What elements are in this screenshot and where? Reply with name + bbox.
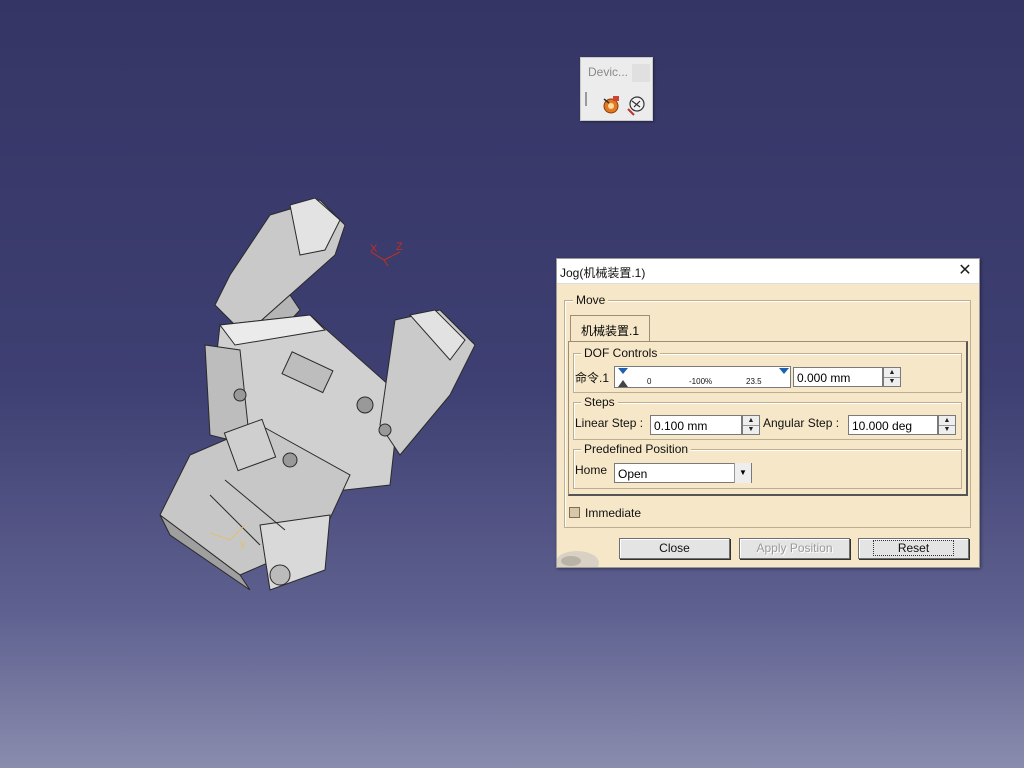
jog-mechanism-icon[interactable] [600,94,622,116]
dof-value: 0.000 mm [797,371,851,385]
reset-button-label: Reset [872,540,955,556]
device-settings-icon[interactable] [625,94,647,116]
predefined-position-legend: Predefined Position [581,442,692,456]
dof-value-stepper[interactable]: ▲ ▼ [883,367,901,387]
slider-tick-min: 0 [647,377,652,386]
dof-slider[interactable]: 0 -100% 23.5 [614,366,791,388]
dof-value-field[interactable]: 0.000 mm [793,367,883,387]
stepper-down-icon[interactable]: ▼ [743,425,759,434]
axis-label-z: Z [396,241,403,253]
toolbar-drag-handle[interactable] [585,92,587,106]
axis-label-y: y [240,538,246,550]
close-button-label: Close [659,541,690,555]
angular-step-value: 10.000 deg [852,419,913,433]
position-select-value: Open [618,467,648,481]
home-label: Home [575,463,608,477]
immediate-label: Immediate [585,506,642,520]
apply-position-button[interactable]: Apply Position [739,538,850,559]
slider-tick-max: 23.5 [746,377,762,386]
linear-step-label: Linear Step : [575,416,644,430]
stepper-down-icon[interactable]: ▼ [884,377,900,386]
stepper-down-icon[interactable]: ▼ [939,425,955,434]
toolbar-title: Devic... [588,65,629,79]
dof-controls-legend: DOF Controls [581,346,661,360]
tab-mechanism-label: 机械装置.1 [581,324,640,338]
corner-logo-icon [555,537,601,575]
apply-position-button-label: Apply Position [756,541,833,555]
angular-step-stepper[interactable]: ▲ ▼ [938,415,956,435]
angular-step-field[interactable]: 10.000 deg [848,415,938,435]
slider-min-marker-icon[interactable] [617,367,629,388]
reset-button[interactable]: Reset [858,538,969,559]
move-group-legend: Move [573,293,609,307]
close-icon[interactable]: ✕ [955,261,975,281]
tab-mechanism[interactable]: 机械装置.1 [570,315,650,342]
chevron-down-icon[interactable]: ▼ [734,463,751,483]
angular-step-label: Angular Step : [763,416,840,430]
dialog-title: Jog(机械装置.1) [560,266,646,280]
command-label: 命令.1 [575,371,610,385]
position-select[interactable]: Open ▼ [614,463,752,483]
immediate-checkbox[interactable] [569,507,580,518]
dialog-titlebar[interactable]: Jog(机械装置.1) ✕ [557,259,979,284]
linear-step-stepper[interactable]: ▲ ▼ [742,415,760,435]
jog-dialog: Jog(机械装置.1) ✕ Move 机械装置.1 DOF Controls 命… [555,258,980,575]
slider-max-marker-icon[interactable] [778,367,790,377]
slider-tick-percent: -100% [689,377,713,386]
linear-step-value: 0.100 mm [654,419,708,433]
close-button[interactable]: Close [619,538,730,559]
linear-step-field[interactable]: 0.100 mm [650,415,742,435]
toolbar-close-box[interactable] [632,64,650,82]
steps-legend: Steps [581,395,618,409]
device-toolbar: Devic... [580,57,653,121]
axis-label-x: X [370,243,378,255]
gripper-3d-model[interactable] [150,195,485,595]
